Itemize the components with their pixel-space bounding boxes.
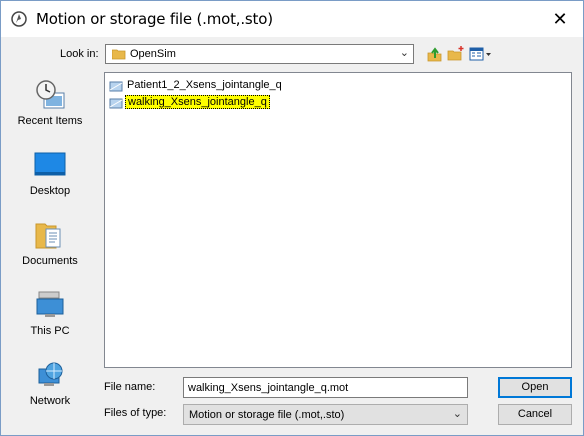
place-this-pc[interactable]: This PC: [7, 281, 93, 351]
place-label: Recent Items: [17, 115, 83, 127]
close-button[interactable]: ✕: [537, 1, 583, 37]
file-name-label: File name:: [104, 381, 156, 393]
this-pc-icon: [36, 291, 64, 317]
view-menu-icon[interactable]: [469, 45, 493, 63]
network-icon: [38, 362, 63, 386]
documents-icon: [35, 223, 61, 249]
look-in-value: OpenSim: [130, 48, 176, 60]
chevron-down-icon: ⌄: [452, 408, 462, 420]
file-type-dropdown[interactable]: Motion or storage file (.mot,.sto) ⌄: [183, 404, 468, 425]
folder-icon: [112, 49, 126, 60]
open-button[interactable]: Open: [498, 377, 572, 398]
opensim-app-icon: [11, 11, 27, 27]
title-bar: Motion or storage file (.mot,.sto) ✕: [1, 1, 583, 37]
recent-items-icon: [36, 80, 65, 109]
file-open-dialog: Motion or storage file (.mot,.sto) ✕ Loo…: [0, 0, 584, 436]
file-list[interactable]: Patient1_2_Xsens_jointangle_q walking_Xs…: [104, 72, 572, 368]
place-network[interactable]: Network: [7, 351, 93, 421]
desktop-icon: [34, 152, 66, 176]
place-documents[interactable]: Documents: [7, 211, 93, 281]
place-desktop[interactable]: Desktop: [7, 141, 93, 211]
look-in-dropdown[interactable]: OpenSim ⌄: [105, 44, 414, 64]
file-name-input[interactable]: [183, 377, 468, 398]
file-type-label: Files of type:: [104, 407, 167, 419]
place-label: Desktop: [29, 185, 71, 197]
look-in-label: Look in:: [60, 48, 99, 60]
window-title: Motion or storage file (.mot,.sto): [36, 10, 273, 28]
file-name: walking_Xsens_jointangle_q: [125, 95, 270, 109]
chevron-down-icon: ⌄: [399, 47, 409, 59]
place-label: Network: [29, 395, 71, 407]
up-one-level-icon[interactable]: [426, 45, 444, 63]
places-bar: Recent Items Desktop Documents This PC N…: [7, 71, 93, 427]
place-label: This PC: [30, 325, 70, 337]
file-type-value: Motion or storage file (.mot,.sto): [189, 409, 345, 421]
create-new-folder-icon[interactable]: [447, 45, 465, 63]
close-icon: ✕: [552, 8, 568, 29]
place-recent-items[interactable]: Recent Items: [7, 71, 93, 141]
cancel-button[interactable]: Cancel: [498, 404, 572, 425]
file-name: Patient1_2_Xsens_jointangle_q: [127, 79, 282, 91]
place-label: Documents: [22, 255, 78, 267]
motion-file-icon: [109, 81, 123, 92]
motion-file-icon: [109, 98, 123, 109]
